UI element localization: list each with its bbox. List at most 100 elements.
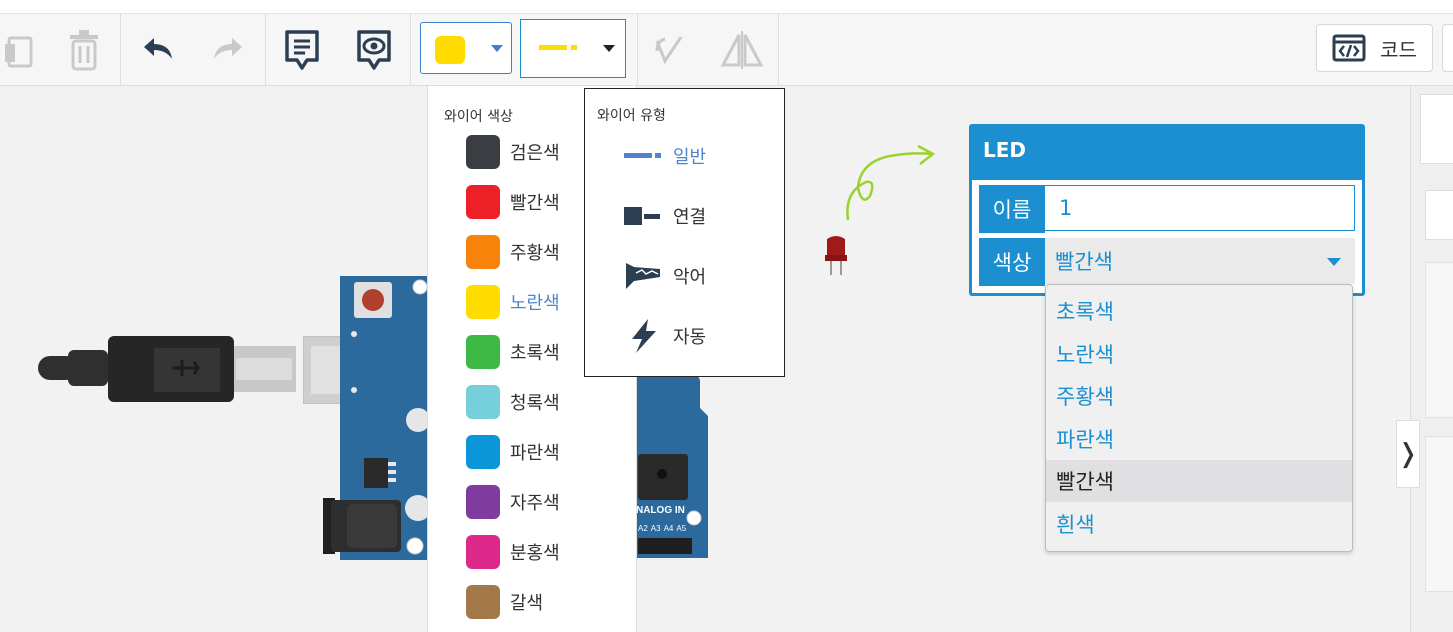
connector-wire-icon <box>623 199 663 233</box>
name-input[interactable]: 1 <box>1045 185 1355 231</box>
top-strip <box>0 0 1453 14</box>
trash-icon <box>70 29 98 70</box>
wire-type-label: 악어 <box>673 267 707 288</box>
wire-color-option[interactable]: 검은색 <box>466 132 560 172</box>
wire-color-label: 파란색 <box>510 443 560 464</box>
code-button-label: 코드 <box>1380 39 1417 62</box>
wire-color-option[interactable]: 노란색 <box>466 282 560 322</box>
inspector-title: LED <box>983 138 1027 162</box>
wire-color-label: 청록색 <box>510 393 560 414</box>
wire-color-option[interactable]: 빨간색 <box>466 182 560 222</box>
color-swatch <box>466 235 500 269</box>
toolbar-separator <box>637 14 638 85</box>
component-tile[interactable] <box>1425 262 1453 418</box>
toolbar: 코드 <box>0 14 1453 86</box>
wire-type-auto[interactable]: 자동 <box>623 316 706 356</box>
name-label: 이름 <box>979 185 1045 233</box>
wire-type-connector[interactable]: 연결 <box>623 196 706 236</box>
wire-preview-arrow <box>846 144 936 221</box>
led-color-value: 빨간색 <box>1055 250 1113 274</box>
color-swatch <box>466 335 500 369</box>
notes-button[interactable] <box>280 14 324 85</box>
components-panel-button[interactable] <box>1420 94 1453 164</box>
auto-wire-icon <box>623 319 663 353</box>
component-tile[interactable] <box>1425 436 1453 592</box>
wire-color-label: 주황색 <box>510 243 560 264</box>
color-swatch <box>466 585 500 619</box>
wire-color-label: 노란색 <box>510 293 560 314</box>
power-jack <box>323 498 401 554</box>
led-color-option[interactable]: 노란색 <box>1046 333 1352 375</box>
led-color-option[interactable]: 초록색 <box>1046 290 1352 332</box>
analog-pin-label: A4 <box>663 524 674 533</box>
analog-in-label: NALOG IN <box>636 505 685 516</box>
wire-color-label: 초록색 <box>510 343 560 364</box>
caret-down-icon <box>1327 258 1341 266</box>
caret-down-icon <box>603 45 615 52</box>
start-simulation-button[interactable] <box>1442 24 1453 72</box>
led-color-option[interactable]: 빨간색 <box>1046 460 1352 503</box>
led-color-option[interactable]: 주황색 <box>1046 375 1352 417</box>
color-swatch <box>466 135 500 169</box>
wire-color-label: 검은색 <box>510 143 560 164</box>
color-swatch <box>466 485 500 519</box>
wire-color-option[interactable]: 자주색 <box>466 482 560 522</box>
led-inspector: LED 이름 1 색상 빨간색 <box>969 124 1365 296</box>
wire-color-label: 빨간색 <box>510 193 560 214</box>
color-swatch <box>466 435 500 469</box>
undo-button[interactable] <box>136 14 180 85</box>
redo-button[interactable] <box>206 14 250 85</box>
flip-icon <box>720 30 764 69</box>
wire-type-dropdown[interactable] <box>520 19 626 78</box>
rotate-button[interactable] <box>646 14 690 85</box>
toolbar-separator <box>778 14 779 85</box>
usb-cable <box>38 336 296 402</box>
wire-color-option[interactable]: 청록색 <box>466 382 560 422</box>
toolbar-separator <box>265 14 266 85</box>
color-swatch <box>466 185 500 219</box>
expand-panel-button[interactable]: ❭ <box>1396 420 1420 488</box>
wire-type-menu: 와이어 유형 일반 연결 악어 자동 <box>584 88 785 377</box>
wire-type-label: 연결 <box>673 207 707 228</box>
normal-wire-icon <box>623 139 663 173</box>
wire-type-normal[interactable]: 일반 <box>623 136 706 176</box>
code-editor-icon <box>1332 34 1366 62</box>
wire-color-label: 자주색 <box>510 493 560 514</box>
color-swatch <box>466 385 500 419</box>
eye-bubble-icon <box>357 29 391 70</box>
analog-pin-label: A3 <box>650 524 661 533</box>
red-led-component[interactable] <box>823 235 849 277</box>
color-swatch <box>466 535 500 569</box>
flip-button[interactable] <box>718 14 766 85</box>
code-button[interactable]: 코드 <box>1316 24 1433 72</box>
delete-button[interactable] <box>60 14 108 85</box>
wire-type-label: 일반 <box>673 147 707 168</box>
led-color-option[interactable]: 흰색 <box>1046 503 1352 545</box>
wire-color-title: 와이어 색상 <box>444 109 513 125</box>
toolbar-separator <box>120 14 121 85</box>
undo-icon <box>144 37 172 59</box>
wire-color-dropdown[interactable] <box>420 22 512 74</box>
component-search-input[interactable] <box>1425 190 1453 240</box>
analog-pin-labels: A2 A3 A4 A5 <box>638 524 686 533</box>
wire-type-alligator[interactable]: 악어 <box>623 256 706 296</box>
wire-type-preview-icon <box>539 45 577 50</box>
led-color-select[interactable]: 빨간색 <box>1045 238 1355 284</box>
inspector-body: 이름 1 색상 빨간색 <box>972 180 1362 293</box>
toolbar-separator <box>410 14 411 85</box>
wire-color-option[interactable]: 파란색 <box>466 432 560 472</box>
led-color-option[interactable]: 파란색 <box>1046 418 1352 460</box>
wire-color-label: 분홍색 <box>510 543 560 564</box>
visibility-button[interactable] <box>352 14 396 85</box>
analog-pin-label: A2 <box>638 524 648 533</box>
caret-down-icon <box>491 45 503 52</box>
paste-button[interactable] <box>0 14 40 85</box>
redo-icon <box>214 37 242 59</box>
wire-color-option[interactable]: 갈색 <box>466 582 543 622</box>
wire-color-option[interactable]: 분홍색 <box>466 532 560 572</box>
paste-icon <box>5 36 33 67</box>
wire-color-option[interactable]: 주황색 <box>466 232 560 272</box>
wire-color-label: 갈색 <box>510 593 544 614</box>
wire-type-label: 자동 <box>673 327 707 348</box>
wire-color-option[interactable]: 초록색 <box>466 332 560 372</box>
